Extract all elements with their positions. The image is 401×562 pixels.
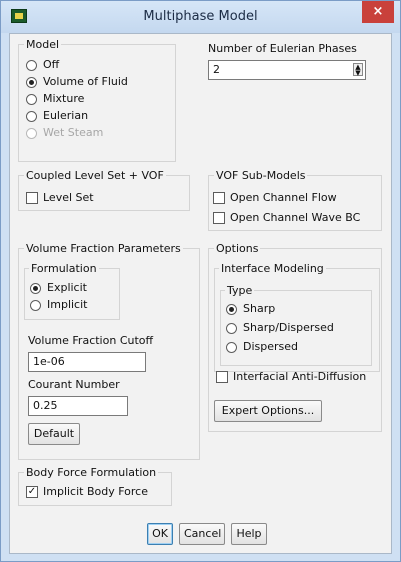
model-eulerian-radio[interactable] (26, 111, 37, 122)
dialog-body: Model Off Volume of Fluid Mixture Euleri… (9, 33, 392, 554)
open-channel-flow-checkbox[interactable] (213, 192, 225, 204)
volume-fraction-cutoff-label: Volume Fraction Cutoff (28, 334, 154, 347)
model-vof-radio[interactable] (26, 77, 37, 88)
type-dispersed-radio[interactable] (226, 342, 237, 353)
interfacial-anti-diffusion-checkbox[interactable] (216, 371, 228, 383)
interface-modeling-title: Interface Modeling (219, 262, 326, 275)
courant-number-input[interactable]: 0.25 (28, 396, 128, 416)
model-eulerian-label: Eulerian (43, 109, 89, 122)
model-group (18, 44, 176, 162)
type-sharp-dispersed-radio[interactable] (226, 323, 237, 334)
type-title: Type (225, 284, 255, 297)
courant-number-label: Courant Number (28, 378, 120, 391)
coupled-levelset-title: Coupled Level Set + VOF (24, 169, 166, 182)
eulerian-phases-value: 2 (213, 63, 220, 76)
interfacial-anti-diffusion-label: Interfacial Anti-Diffusion (233, 370, 367, 383)
implicit-body-force-checkbox[interactable]: ✓ (26, 486, 38, 498)
type-dispersed-label: Dispersed (243, 340, 299, 353)
courant-number-value: 0.25 (33, 399, 58, 412)
model-group-title: Model (24, 38, 62, 51)
implicit-body-force-label: Implicit Body Force (43, 485, 148, 498)
model-mixture-label: Mixture (43, 92, 85, 105)
type-sharp-dispersed-label: Sharp/Dispersed (243, 321, 334, 334)
eulerian-phases-spinner[interactable]: ▲ ▼ (353, 63, 363, 77)
default-button[interactable]: Default (28, 423, 80, 445)
type-sharp-label: Sharp (243, 302, 276, 315)
level-set-checkbox[interactable] (26, 192, 38, 204)
vof-sub-models-title: VOF Sub-Models (214, 169, 308, 182)
model-off-label: Off (43, 58, 60, 71)
close-button[interactable]: × (362, 1, 394, 23)
model-mixture-radio[interactable] (26, 94, 37, 105)
formulation-explicit-label: Explicit (47, 281, 87, 294)
ok-button[interactable]: OK (147, 523, 173, 545)
eulerian-phases-input[interactable]: 2 (208, 60, 366, 80)
help-button[interactable]: Help (231, 523, 267, 545)
formulation-implicit-radio[interactable] (30, 300, 41, 311)
title-bar[interactable]: Multiphase Model × (1, 1, 400, 33)
expert-options-button[interactable]: Expert Options... (214, 400, 322, 422)
open-channel-wave-bc-checkbox[interactable] (213, 212, 225, 224)
window-title: Multiphase Model (143, 9, 258, 24)
formulation-explicit-radio[interactable] (30, 283, 41, 294)
model-vof-label: Volume of Fluid (43, 75, 128, 88)
volume-fraction-cutoff-value: 1e-06 (33, 355, 65, 368)
model-off-radio[interactable] (26, 60, 37, 71)
level-set-label: Level Set (43, 191, 94, 204)
volume-fraction-cutoff-input[interactable]: 1e-06 (28, 352, 146, 372)
formulation-group (24, 268, 120, 320)
open-channel-flow-label: Open Channel Flow (230, 191, 337, 204)
body-force-title: Body Force Formulation (24, 466, 159, 479)
eulerian-phases-label: Number of Eulerian Phases (208, 42, 357, 55)
formulation-implicit-label: Implicit (47, 298, 88, 311)
formulation-title: Formulation (29, 262, 99, 275)
volume-fraction-parameters-title: Volume Fraction Parameters (24, 242, 183, 255)
model-wet-steam-radio (26, 128, 37, 139)
open-channel-wave-bc-label: Open Channel Wave BC (230, 211, 361, 224)
type-sharp-radio[interactable] (226, 304, 237, 315)
multiphase-model-window: Multiphase Model × Model Off Volume of F… (0, 0, 401, 562)
options-title: Options (214, 242, 261, 255)
model-wet-steam-label: Wet Steam (43, 126, 104, 139)
cancel-button[interactable]: Cancel (179, 523, 225, 545)
